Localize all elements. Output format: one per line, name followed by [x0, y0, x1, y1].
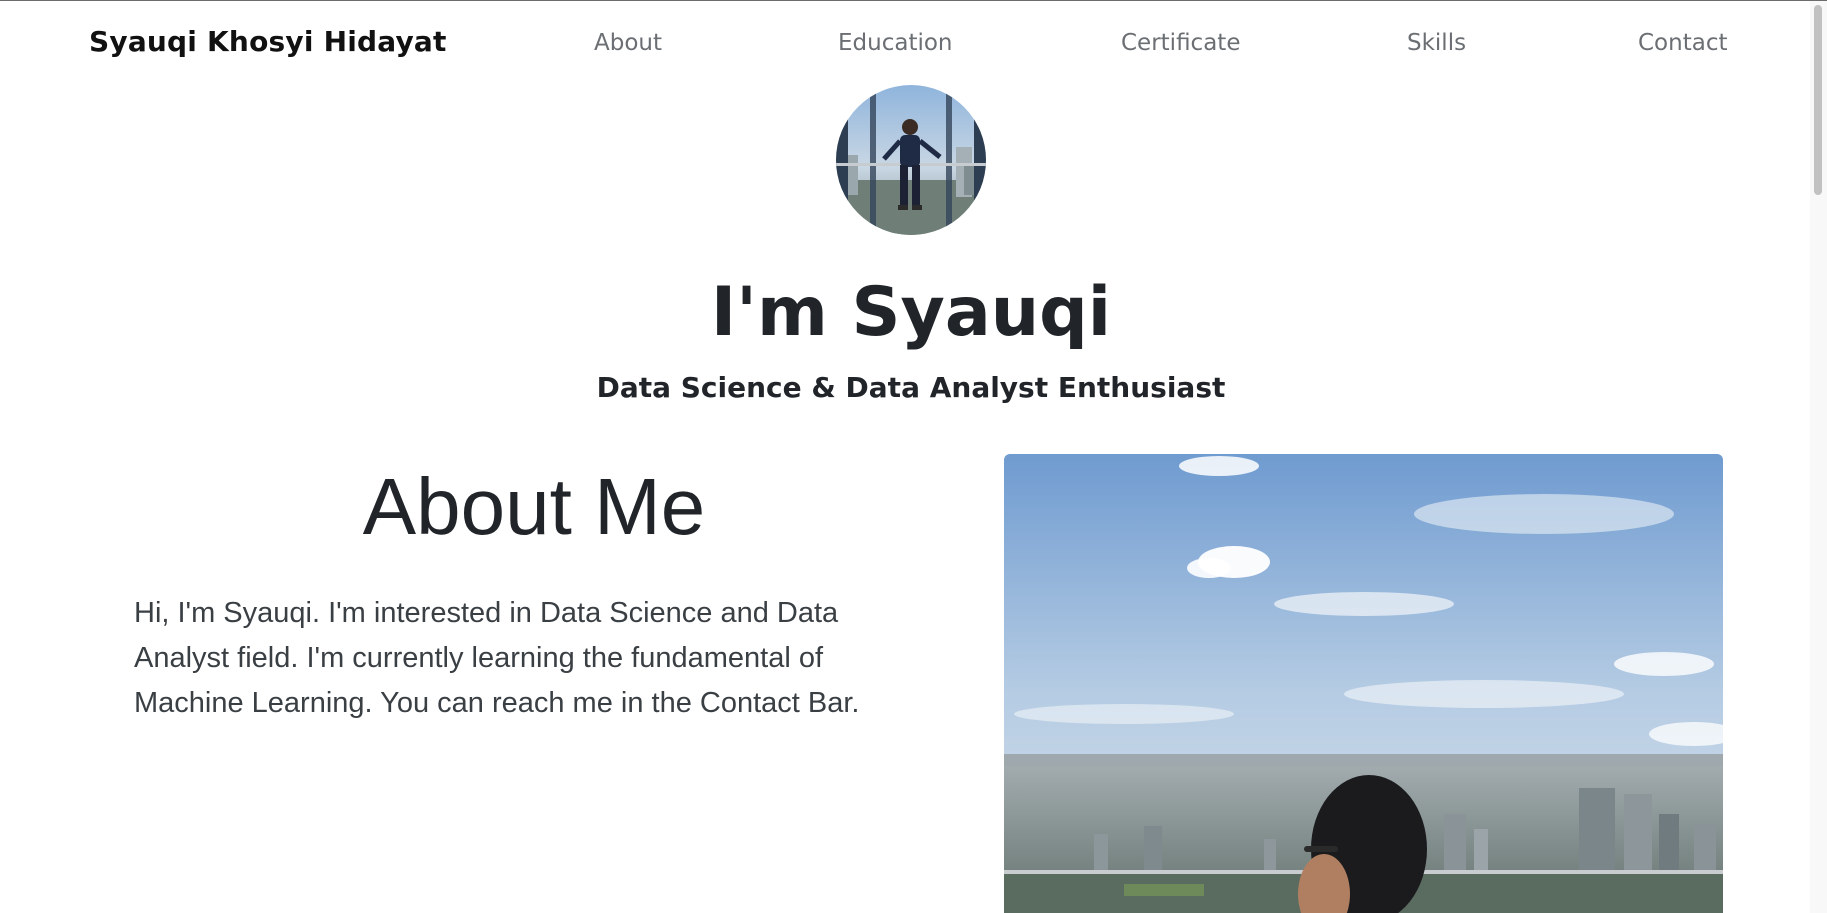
hero-title: I'm Syauqi	[710, 273, 1112, 352]
navbar: Syauqi Khosyi Hidayat About Education Ce…	[0, 1, 1810, 89]
about-photo	[1004, 454, 1723, 913]
hero-subtitle: Data Science & Data Analyst Enthusiast	[596, 371, 1226, 404]
scrollbar-thumb[interactable]	[1814, 5, 1822, 195]
profile-avatar	[836, 85, 986, 235]
page: Syauqi Khosyi Hidayat About Education Ce…	[0, 0, 1827, 913]
nav-link-skills[interactable]: Skills	[1407, 30, 1466, 56]
nav-link-education[interactable]: Education	[838, 30, 953, 56]
about-description: Hi, I'm Syauqi. I'm interested in Data S…	[134, 597, 860, 719]
page-scrollbar[interactable]	[1810, 1, 1827, 913]
navbar-brand[interactable]: Syauqi Khosyi Hidayat	[89, 25, 447, 58]
nav-link-certificate[interactable]: Certificate	[1121, 30, 1240, 56]
nav-link-about[interactable]: About	[594, 30, 662, 56]
about-heading: About Me	[362, 462, 706, 551]
nav-link-contact[interactable]: Contact	[1638, 30, 1727, 56]
